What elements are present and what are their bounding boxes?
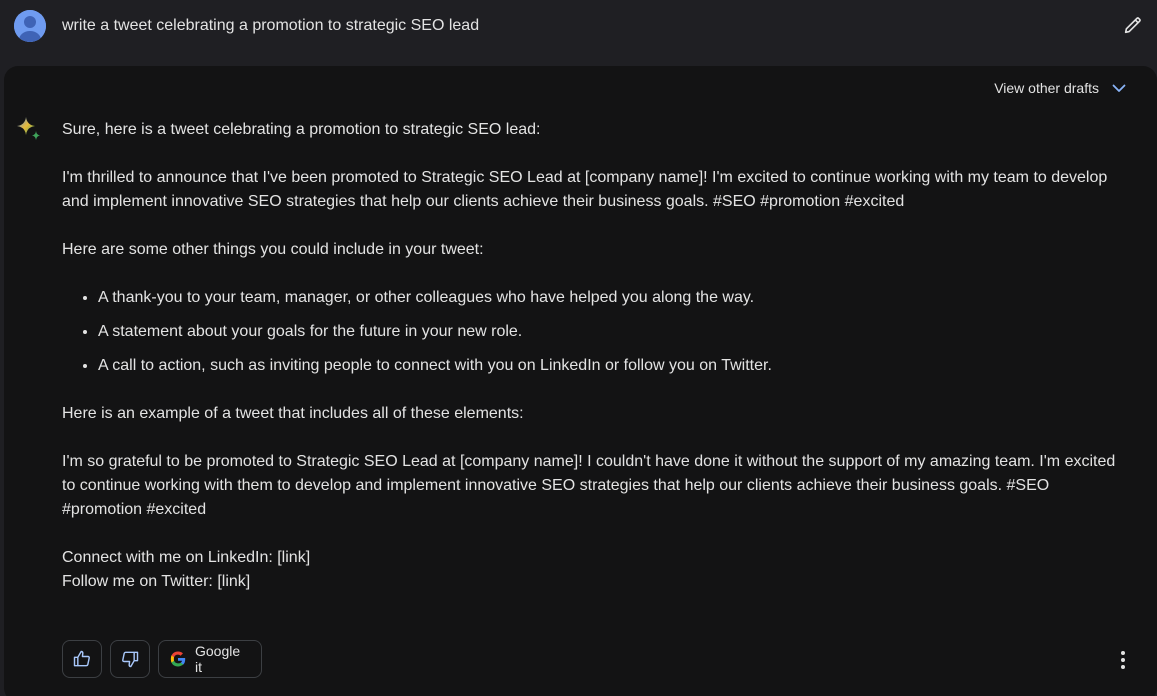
tweet-draft-1: I'm thrilled to announce that I've been …	[62, 169, 1108, 210]
list-item: A thank-you to your team, manager, or ot…	[98, 286, 1122, 310]
more-vert-icon	[1121, 651, 1125, 669]
tweet-draft-2: I'm so grateful to be promoted to Strate…	[62, 453, 1116, 518]
response-body: Sure, here is a tweet celebrating a prom…	[62, 118, 1122, 594]
list-item: A call to action, such as inviting peopl…	[98, 354, 1122, 378]
view-other-drafts-button[interactable]: View other drafts	[994, 80, 1127, 96]
list-item: A statement about your goals for the fut…	[98, 320, 1122, 344]
suggestion-list: A thank-you to your team, manager, or ot…	[62, 286, 1122, 378]
response-card: View other drafts Sure, here is a tweet …	[4, 66, 1157, 696]
other-things-heading: Here are some other things you could inc…	[62, 241, 484, 258]
chat-page: write a tweet celebrating a promotion to…	[0, 0, 1157, 696]
pencil-icon	[1124, 17, 1141, 34]
google-g-icon	[170, 651, 186, 667]
twitter-line: Follow me on Twitter: [link]	[62, 573, 251, 590]
edit-prompt-button[interactable]	[1120, 12, 1146, 38]
example-intro: Here is an example of a tweet that inclu…	[62, 405, 524, 422]
response-intro: Sure, here is a tweet celebrating a prom…	[62, 121, 541, 138]
google-it-label: Google it	[194, 643, 241, 675]
linkedin-line: Connect with me on LinkedIn: [link]	[62, 549, 311, 566]
thumbs-down-button[interactable]	[110, 640, 150, 678]
user-prompt-row: write a tweet celebrating a promotion to…	[0, 0, 1157, 60]
user-prompt-text: write a tweet celebrating a promotion to…	[62, 17, 480, 34]
thumbs-up-button[interactable]	[62, 640, 102, 678]
drafts-label: View other drafts	[994, 80, 1099, 96]
person-icon	[14, 10, 46, 42]
google-it-button[interactable]: Google it	[158, 640, 262, 678]
user-avatar[interactable]	[14, 10, 46, 42]
thumbs-up-icon	[73, 650, 90, 667]
chevron-down-icon	[1112, 84, 1126, 92]
thumbs-down-icon	[122, 651, 139, 668]
gemini-sparkle-icon	[17, 117, 40, 140]
more-options-button[interactable]	[1111, 648, 1135, 672]
response-actions: Google it	[62, 640, 262, 678]
